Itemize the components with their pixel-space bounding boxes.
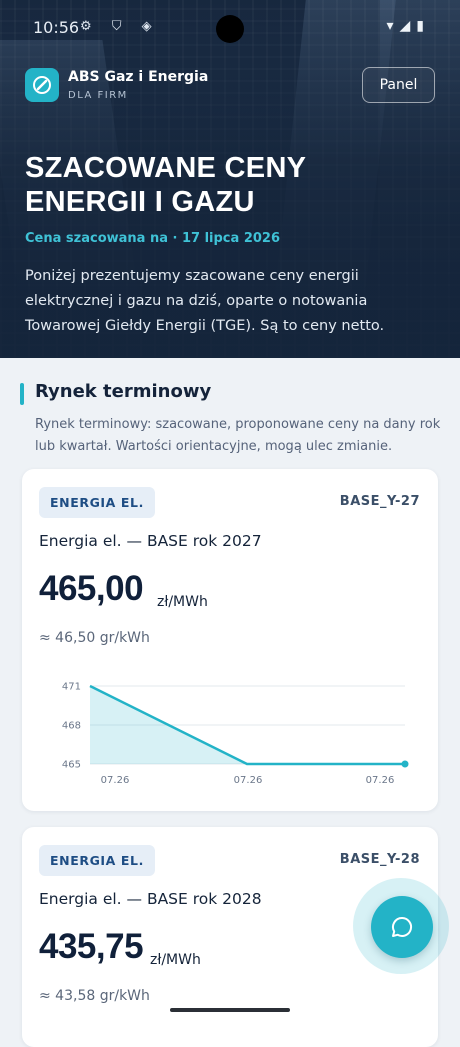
chat-button[interactable]	[353, 878, 449, 974]
category-badge: ENERGIA EL.	[39, 845, 155, 876]
panel-button[interactable]: Panel	[362, 67, 435, 103]
chart-x-tick: 07.26	[234, 775, 263, 786]
camera-cutout	[216, 15, 244, 43]
chart-y-tick: 471	[62, 682, 81, 693]
home-indicator[interactable]	[170, 1008, 290, 1012]
chart-x-tick: 07.26	[101, 775, 130, 786]
price-per-kwh: ≈ 43,58 gr/kWh	[39, 988, 150, 1004]
status-notification-icons: ⚙ ⛉ ◈	[80, 19, 160, 34]
chart-y-tick: 468	[62, 721, 81, 732]
section-description: Rynek terminowy: szacowane, proponowane …	[35, 417, 441, 454]
chat-bubble-icon	[392, 916, 413, 937]
price-card[interactable]: ENERGIA EL. BASE_Y-27 Energia el. — BASE…	[22, 469, 438, 811]
hero-description: Poniżej prezentujemy szacowane ceny ener…	[25, 268, 385, 334]
price-per-kwh: ≈ 46,50 gr/kWh	[39, 630, 150, 646]
chart-point	[401, 760, 409, 768]
brand-name: ABS Gaz i Energia	[68, 69, 209, 85]
chart-y-tick: 465	[62, 760, 81, 771]
status-time: 10:56	[33, 18, 80, 37]
price-chart: 471 468 465 07.26 07.26 07.26	[62, 682, 409, 786]
section-title: Rynek terminowy	[35, 381, 212, 402]
chart-x-tick: 07.26	[366, 775, 395, 786]
price-value: 465,00	[39, 569, 144, 608]
price-unit: zł/MWh	[157, 594, 208, 610]
section-accent-bar	[20, 383, 24, 405]
status-system-icons: ▾◢▮	[386, 18, 430, 34]
price-value: 435,75	[39, 927, 144, 966]
product-code: BASE_Y-28	[339, 852, 420, 867]
brand-logo-icon	[25, 68, 59, 102]
category-badge: ENERGIA EL.	[39, 487, 155, 518]
chat-button-inner[interactable]	[371, 896, 433, 958]
status-bar: 10:56 ⚙ ⛉ ◈ ▾◢▮	[0, 0, 460, 58]
product-code: BASE_Y-27	[339, 494, 420, 509]
brand-subtitle: DLA FIRM	[68, 90, 128, 101]
price-unit: zł/MWh	[150, 952, 201, 968]
estimate-date: Cena szacowana na · 17 lipca 2026	[25, 231, 280, 246]
product-title: Energia el. — BASE rok 2027	[39, 532, 262, 550]
product-title: Energia el. — BASE rok 2028	[39, 890, 262, 908]
page-title: SZACOWANE CENY ENERGII I GAZU	[25, 152, 306, 218]
